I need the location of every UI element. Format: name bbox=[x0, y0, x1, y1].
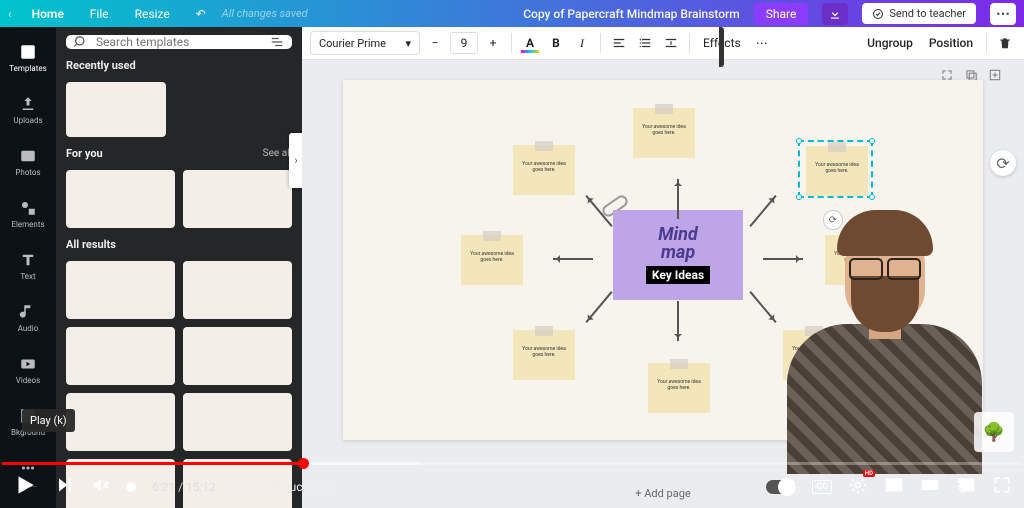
rail-photos[interactable]: Photos bbox=[0, 137, 56, 187]
font-select[interactable]: Courier Prime▾ bbox=[310, 31, 420, 55]
rail-label: Text bbox=[20, 272, 35, 281]
editor-area: Courier Prime▾ − 9 + A B I Effects ⋯ Ung… bbox=[302, 27, 1024, 508]
bold-button[interactable]: B bbox=[545, 32, 567, 54]
list-button[interactable] bbox=[634, 32, 656, 54]
rail-label: Videos bbox=[16, 376, 40, 385]
italic-button[interactable]: I bbox=[571, 32, 593, 54]
search-templates[interactable] bbox=[66, 35, 292, 49]
mindmap-subtitle: Key Ideas bbox=[646, 266, 710, 284]
template-thumb[interactable] bbox=[66, 327, 175, 385]
template-thumb[interactable] bbox=[66, 459, 175, 508]
section-recent: Recently used bbox=[66, 59, 292, 72]
selected-element[interactable]: Your awesome idea goes here. bbox=[798, 140, 873, 198]
font-color-button[interactable]: A bbox=[519, 32, 541, 54]
template-thumb[interactable] bbox=[66, 82, 166, 137]
section-foryou: For youSee all bbox=[66, 147, 292, 160]
rail-label: Uploads bbox=[13, 116, 42, 125]
rail-elements[interactable]: Elements bbox=[0, 189, 56, 239]
spacing-button[interactable] bbox=[660, 32, 682, 54]
menu-home[interactable]: Home bbox=[26, 3, 70, 25]
font-size-decrease[interactable]: − bbox=[424, 32, 446, 54]
rail-label: Mo... bbox=[19, 480, 37, 489]
rail-more[interactable]: Mo... bbox=[0, 449, 56, 499]
menu-file[interactable]: File bbox=[84, 3, 115, 25]
canva-topbar: ‹ Home File Resize ↶ All changes saved C… bbox=[0, 0, 1024, 27]
font-size-increase[interactable]: + bbox=[482, 32, 504, 54]
filter-icon[interactable] bbox=[270, 35, 284, 49]
download-button[interactable] bbox=[822, 3, 848, 25]
panel-collapse-handle[interactable] bbox=[719, 27, 724, 67]
design-page[interactable]: Mindmap Key Ideas Your awesome idea goes… bbox=[343, 80, 983, 440]
template-thumb[interactable] bbox=[183, 393, 292, 451]
send-to-teacher-label: Send to teacher bbox=[889, 7, 966, 20]
template-thumb[interactable] bbox=[66, 170, 175, 228]
rail-label: Templates bbox=[9, 64, 46, 73]
back-chevron-icon[interactable]: ‹ bbox=[8, 7, 12, 21]
ungroup-button[interactable]: Ungroup bbox=[861, 32, 919, 54]
rotate-handle[interactable]: ⟳ bbox=[823, 210, 843, 230]
add-page-icon[interactable] bbox=[988, 68, 1002, 82]
send-to-teacher-button[interactable]: Send to teacher bbox=[862, 3, 976, 24]
template-thumb[interactable] bbox=[183, 170, 292, 228]
save-status: All changes saved bbox=[222, 7, 308, 20]
search-input[interactable] bbox=[96, 35, 262, 49]
font-size-value[interactable]: 9 bbox=[450, 32, 478, 54]
position-button[interactable]: Position bbox=[923, 32, 979, 54]
share-button[interactable]: Share bbox=[754, 3, 809, 25]
chevron-down-icon: ▾ bbox=[405, 37, 411, 50]
delete-button[interactable] bbox=[994, 32, 1016, 54]
sticky-note[interactable]: Your awesome idea goes here. bbox=[783, 330, 845, 380]
template-thumb[interactable] bbox=[66, 261, 175, 319]
more-menu-button[interactable]: ⋯ bbox=[990, 3, 1016, 25]
rail-label: Elements bbox=[11, 220, 44, 229]
regenerate-button[interactable]: ⟳ bbox=[990, 150, 1016, 176]
template-thumb[interactable] bbox=[183, 459, 292, 508]
templates-panel: Recently used For youSee all All results… bbox=[56, 27, 302, 508]
rail-uploads[interactable]: Uploads bbox=[0, 85, 56, 135]
menu-resize[interactable]: Resize bbox=[129, 3, 176, 25]
rail-label: Photos bbox=[15, 168, 40, 177]
rail-text[interactable]: Text bbox=[0, 241, 56, 291]
section-results: All results bbox=[66, 238, 292, 251]
text-toolbar: Courier Prime▾ − 9 + A B I Effects ⋯ Ung… bbox=[302, 27, 1024, 60]
sticky-note[interactable]: Your awesome idea goes here. bbox=[648, 363, 710, 413]
sticky-note[interactable]: Your awesome idea goes here. bbox=[513, 145, 575, 195]
see-all-link[interactable]: See all bbox=[263, 148, 292, 159]
side-rail: Templates Uploads Photos Elements Text A… bbox=[0, 27, 56, 508]
sticky-note[interactable]: Your awesome idea goes here. bbox=[633, 108, 695, 158]
align-button[interactable] bbox=[608, 32, 630, 54]
template-thumb[interactable] bbox=[183, 327, 292, 385]
template-thumb[interactable] bbox=[183, 261, 292, 319]
template-thumb[interactable] bbox=[66, 393, 175, 451]
rail-audio[interactable]: Audio bbox=[0, 293, 56, 343]
sticky-note[interactable]: Your awesome idea goes here. bbox=[513, 330, 575, 380]
mindmap-center[interactable]: Mindmap Key Ideas bbox=[613, 210, 743, 300]
undo-icon[interactable]: ↶ bbox=[190, 3, 212, 25]
sticky-note[interactable]: Your awesome idea goes here. bbox=[461, 235, 523, 285]
sticky-note[interactable]: Your awesome idea goes here. bbox=[806, 146, 868, 196]
templates-scroll-next[interactable]: › bbox=[289, 133, 302, 188]
add-page-button[interactable]: + Add page bbox=[635, 487, 690, 500]
play-tooltip: Play (k) bbox=[22, 409, 75, 432]
sticky-note[interactable]: Your awesome idea goes here. bbox=[825, 235, 887, 285]
rail-templates[interactable]: Templates bbox=[0, 33, 56, 83]
watermark-badge: 🌳 bbox=[974, 412, 1014, 452]
rail-label: Audio bbox=[18, 324, 39, 333]
canvas-viewport[interactable]: Mindmap Key Ideas Your awesome idea goes… bbox=[302, 60, 1024, 508]
search-icon bbox=[74, 35, 88, 49]
more-tools-button[interactable]: ⋯ bbox=[751, 32, 773, 54]
document-title[interactable]: Copy of Papercraft Mindmap Brainstorm bbox=[523, 7, 740, 21]
rail-videos[interactable]: Videos bbox=[0, 345, 56, 395]
